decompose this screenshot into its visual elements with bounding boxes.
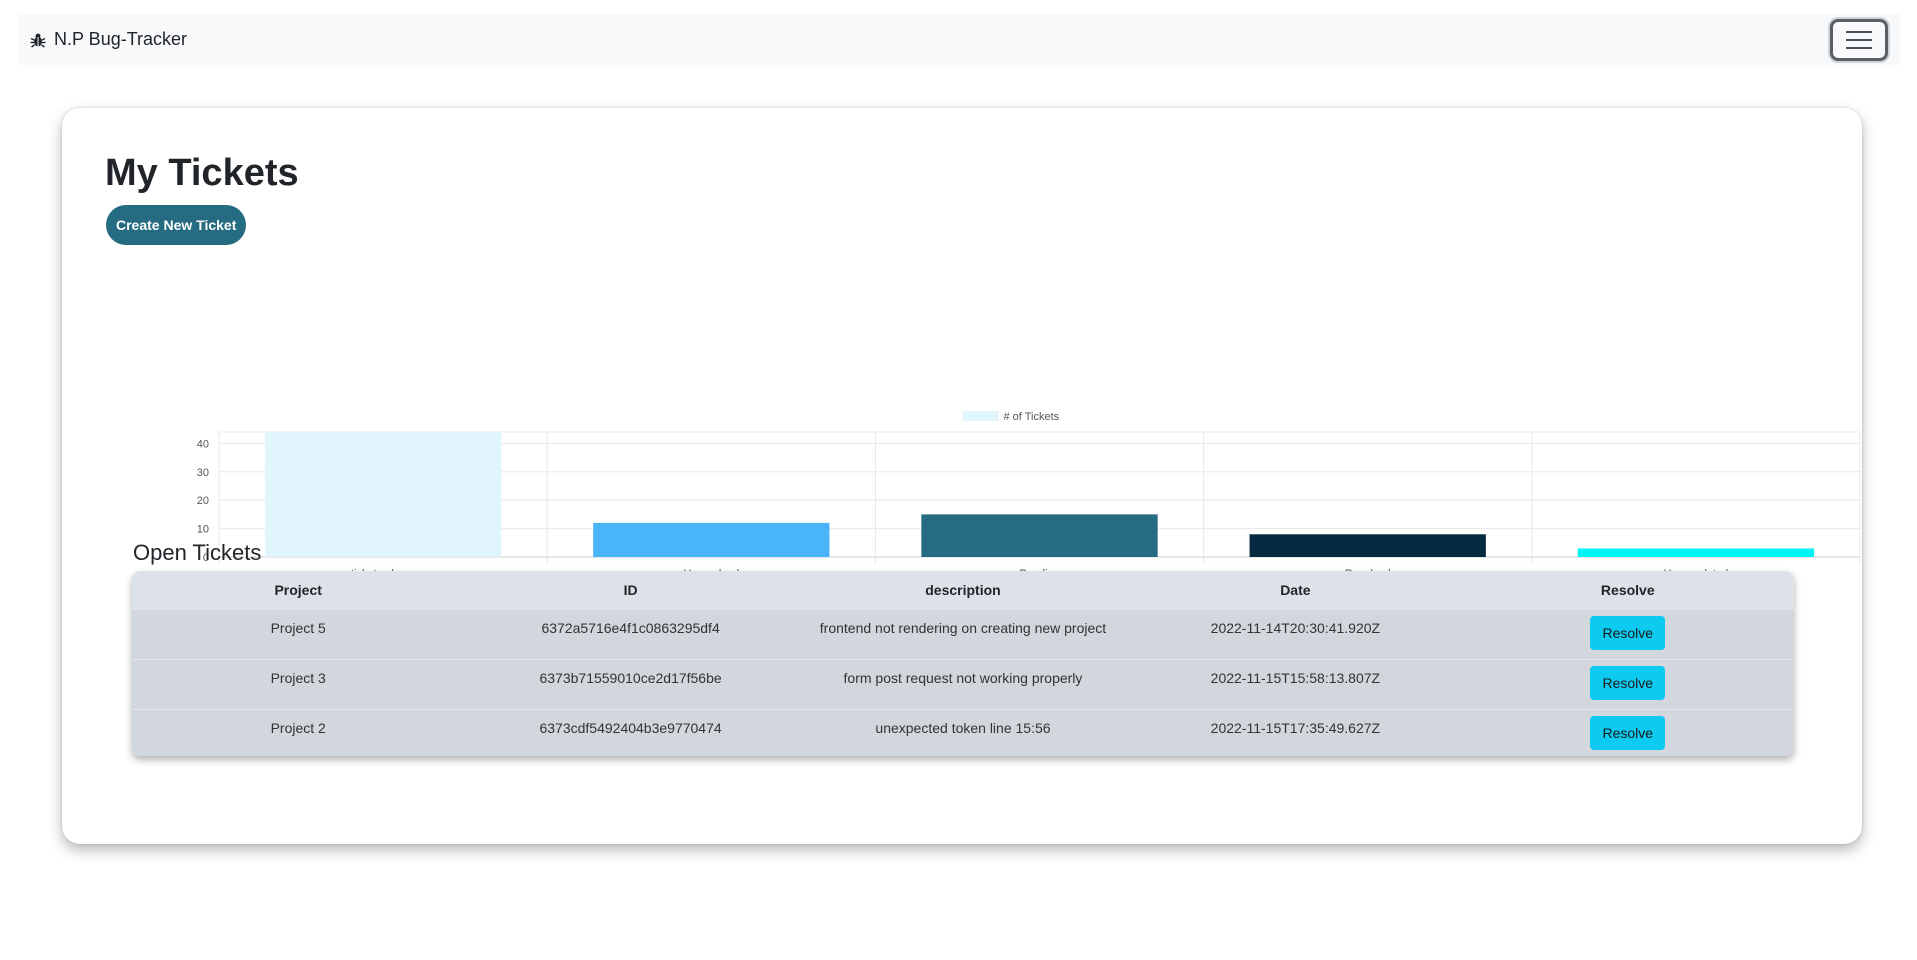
bug-icon [30, 33, 46, 48]
legend-label: # of Tickets [1004, 411, 1060, 423]
resolve-button[interactable]: Resolve [1590, 615, 1666, 650]
cell-date: 2022-11-15T17:35:49.627Z [1210, 719, 1381, 736]
bar-ticket-volume [264, 432, 502, 557]
cell-id: 6373b71559010ce2d17f56be [539, 669, 722, 686]
page-title: My Tickets [105, 152, 299, 194]
cell-resolve: Resolve [1462, 709, 1794, 756]
navbar: N.P Bug-Tracker [18, 14, 1900, 65]
hamburger-icon [1846, 38, 1872, 41]
hamburger-icon [1846, 30, 1872, 33]
bar-resolved [1249, 534, 1486, 557]
cell-id: 6373cdf5492404b3e9770474 [539, 719, 722, 736]
cell-id: 6372a5716e4f1c0863295df4 [541, 619, 720, 636]
cell-project: Project 5 [270, 619, 326, 636]
navbar-toggle-button[interactable] [1830, 18, 1888, 61]
cell-date: 2022-11-15T15:58:13.807Z [1210, 669, 1381, 686]
bar-pending [921, 514, 1158, 557]
cell-project: Project 2 [270, 719, 326, 736]
cell-resolve: Resolve [1462, 609, 1794, 659]
table-row: Project 2 6373cdf5492404b3e9770474 unexp… [132, 709, 1794, 756]
open-tickets-table: Project ID description Date Resolve Proj… [132, 571, 1794, 756]
header-project: Project [274, 581, 322, 598]
resolve-button[interactable]: Resolve [1590, 715, 1666, 750]
y-tick-label: 40 [197, 438, 209, 450]
brand-name: N.P Bug-Tracker [54, 29, 188, 49]
table-header-row: Project ID description Date Resolve [132, 571, 1794, 609]
hamburger-icon [1846, 46, 1872, 49]
header-id: ID [623, 581, 638, 598]
create-new-ticket-button[interactable]: Create New Ticket [106, 205, 247, 245]
bar-unresolved [593, 522, 830, 557]
bar-uncompleted [1577, 548, 1815, 557]
cell-description: unexpected token line 15:56 [875, 719, 1051, 736]
header-description: description [925, 581, 1001, 598]
brand-link[interactable]: N.P Bug-Tracker [30, 29, 187, 50]
open-tickets-table-wrapper: Project ID description Date Resolve Proj… [132, 571, 1794, 756]
header-resolve: Resolve [1600, 581, 1655, 598]
cell-resolve: Resolve [1462, 659, 1794, 709]
y-tick-label: 20 [197, 495, 209, 507]
ticket-bar-chart: 010203040ticket volume Unresolved Pending R… [197, 411, 1861, 580]
table-row: Project 3 6373b71559010ce2d17f56be form … [132, 659, 1794, 709]
legend-swatch [962, 411, 999, 421]
y-tick-label: 30 [197, 467, 209, 479]
open-tickets-title: Open Tickets [133, 540, 262, 565]
tickets-card: My Tickets Create New Ticket 0 10 20 30 40 ti… [62, 108, 1862, 844]
y-tick-label: 10 [197, 524, 209, 536]
cell-description: form post request not working properly [843, 669, 1083, 686]
cell-date: 2022-11-14T20:30:41.920Z [1210, 619, 1381, 636]
cell-description: frontend not rendering on creating new p… [819, 619, 1107, 636]
header-date: Date [1280, 581, 1311, 598]
resolve-button[interactable]: Resolve [1590, 665, 1666, 700]
table-row: Project 5 6372a5716e4f1c0863295df4 front… [132, 609, 1794, 659]
cell-project: Project 3 [270, 669, 326, 686]
